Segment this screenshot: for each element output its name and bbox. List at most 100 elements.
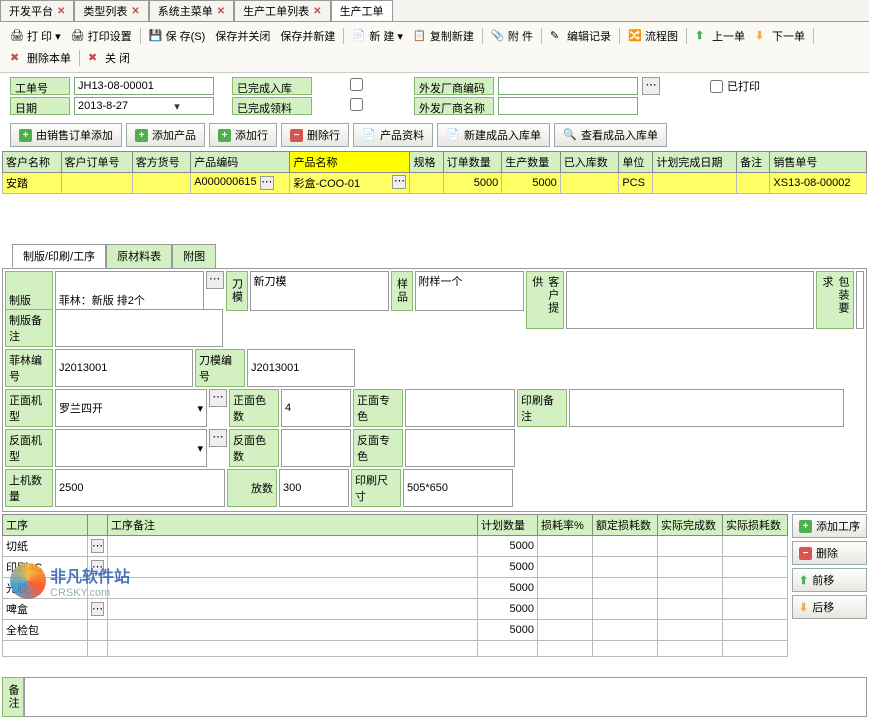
add-product-button[interactable]: +添加产品 [126,123,205,147]
delete-button[interactable]: ✖删除本单 [6,48,75,68]
cust-supply-label: 客户提供 [526,271,564,329]
next-button[interactable]: ⬇下一单 [751,26,809,46]
table-row[interactable] [3,641,788,657]
back-mc-input[interactable]: ▾ [55,429,207,467]
print-button[interactable]: 🖨打 印▾ [6,26,65,46]
order-no-input[interactable] [74,77,214,95]
del-row-button[interactable]: −删除行 [281,123,349,147]
done-get-checkbox[interactable] [350,98,363,111]
detail-tabs: 制版/印刷/工序 原材料表 附图 [12,244,869,268]
tab-1[interactable]: 类型列表✕ [74,0,148,21]
table-row[interactable]: 切纸⋯5000 [3,536,788,557]
back-mc-lookup[interactable]: ⋯ [209,429,227,447]
save-close-button[interactable]: 保存并关闭 [211,26,274,46]
lookup-icon[interactable]: ⋯ [91,602,104,616]
up-proc-button[interactable]: ⬆前移 [792,568,867,592]
new-button[interactable]: 📄新 建▾ [348,26,407,46]
die-no-label: 刀模编号 [195,349,245,387]
process-side-buttons: +添加工序 −删除 ⬆前移 ⬇后移 [792,514,867,657]
cust-supply-input[interactable] [566,271,814,329]
die-no-input[interactable]: J2013001 [247,349,355,387]
close-icon[interactable]: ✕ [217,6,225,17]
edit-record-button[interactable]: ✎编辑记录 [546,26,615,46]
copy-new-button[interactable]: 📋复制新建 [409,26,478,46]
tab-3[interactable]: 生产工单列表✕ [234,0,330,21]
down-icon: ⬇ [799,601,808,614]
film-no-label: 菲林编号 [5,349,53,387]
date-input[interactable]: 2013-8-27▾ [74,97,214,115]
film-no-input[interactable]: J2013001 [55,349,193,387]
search-icon: 🔍 [563,128,577,142]
close-button[interactable]: ✖关 闭 [84,48,134,68]
layout-input[interactable]: 300 [279,469,349,507]
print-icon: 🖨 [10,29,24,43]
out-name-input[interactable] [498,97,638,115]
attach-button[interactable]: 📎附 件 [487,26,537,46]
save-button[interactable]: 💾保 存(S) [145,26,210,46]
view-in-button[interactable]: 🔍查看成品入库单 [554,123,667,147]
flow-icon: 🔀 [628,29,642,43]
close-icon[interactable]: ✕ [313,6,321,17]
subtab-1[interactable]: 原材料表 [106,244,172,268]
down-proc-button[interactable]: ⬇后移 [792,595,867,619]
table-row[interactable]: 啤盒⋯5000 [3,599,788,620]
front-colors-input[interactable]: 4 [281,389,351,427]
lookup-icon[interactable]: ⋯ [91,539,104,553]
front-spot-input[interactable] [405,389,515,427]
back-spot-input[interactable] [405,429,515,467]
save-new-button[interactable]: 保存并新建 [276,26,339,46]
print-remark-input[interactable] [569,389,844,427]
front-spot-label: 正面专色 [353,389,403,427]
date-label: 日期 [10,97,70,115]
subtab-0[interactable]: 制版/印刷/工序 [12,244,106,268]
add-proc-button[interactable]: +添加工序 [792,514,867,538]
plate-remark-input[interactable] [55,309,223,347]
plate-lookup[interactable]: ⋯ [206,271,224,289]
done-in-checkbox[interactable] [350,78,363,91]
edit-icon: ✎ [550,29,564,43]
close-icon: ✖ [88,51,102,65]
tab-0[interactable]: 开发平台✕ [0,0,74,21]
print-size-label: 印刷尺寸 [351,469,401,507]
print-size-input[interactable]: 505*650 [403,469,513,507]
product-grid[interactable]: 客户名称客户订单号客方货号 产品编码产品名称 规格订单数量生产数量 已入库数单位… [2,151,867,194]
close-icon[interactable]: ✕ [131,6,139,17]
lookup-icon[interactable]: ⋯ [392,175,406,189]
sample-label: 样品 [391,271,413,311]
tab-4[interactable]: 生产工单 [331,0,393,21]
close-icon[interactable]: ✕ [57,6,65,17]
die-input[interactable]: 新刀模 [250,271,389,311]
add-row-button[interactable]: +添加行 [209,123,277,147]
front-mc-label: 正面机型 [5,389,53,427]
remarks-input[interactable] [24,677,867,717]
out-code-input[interactable] [498,77,638,95]
sample-input[interactable]: 附样一个 [415,271,524,311]
back-mc-label: 反面机型 [5,429,53,467]
chevron-down-icon[interactable]: ▾ [197,402,203,415]
table-row[interactable]: 安踏 A000000615 ⋯ 彩盒-COO-01 ⋯ 50005000 PCS… [3,173,867,194]
subtab-2[interactable]: 附图 [172,244,216,268]
lookup-icon[interactable]: ⋯ [260,176,274,190]
tab-2[interactable]: 系统主菜单✕ [149,0,234,21]
new-in-button[interactable]: 📄新建成品入库单 [437,123,550,147]
del-proc-button[interactable]: −删除 [792,541,867,565]
pack-req-input[interactable] [856,271,864,329]
plus-icon: + [218,129,231,142]
calendar-icon[interactable]: ▾ [144,100,210,113]
print-setup-button[interactable]: 🖨打印设置 [67,26,136,46]
out-code-lookup[interactable]: ⋯ [642,77,660,95]
chevron-down-icon[interactable]: ▾ [197,442,203,455]
back-colors-input[interactable] [281,429,351,467]
plus-icon: + [135,129,148,142]
on-mc-qty-input[interactable]: 2500 [55,469,225,507]
add-from-sales-button[interactable]: +由销售订单添加 [10,123,122,147]
printed-checkbox[interactable] [710,80,723,93]
flow-button[interactable]: 🔀流程图 [624,26,682,46]
front-mc-lookup[interactable]: ⋯ [209,389,227,407]
front-mc-input[interactable]: 罗兰四开▾ [55,389,207,427]
prod-info-button[interactable]: 📄产品资料 [353,123,433,147]
table-row[interactable]: 全检包5000 [3,620,788,641]
print-setup-icon: 🖨 [71,29,85,43]
delete-icon: ✖ [10,51,24,65]
prev-button[interactable]: ⬆上一单 [691,26,749,46]
